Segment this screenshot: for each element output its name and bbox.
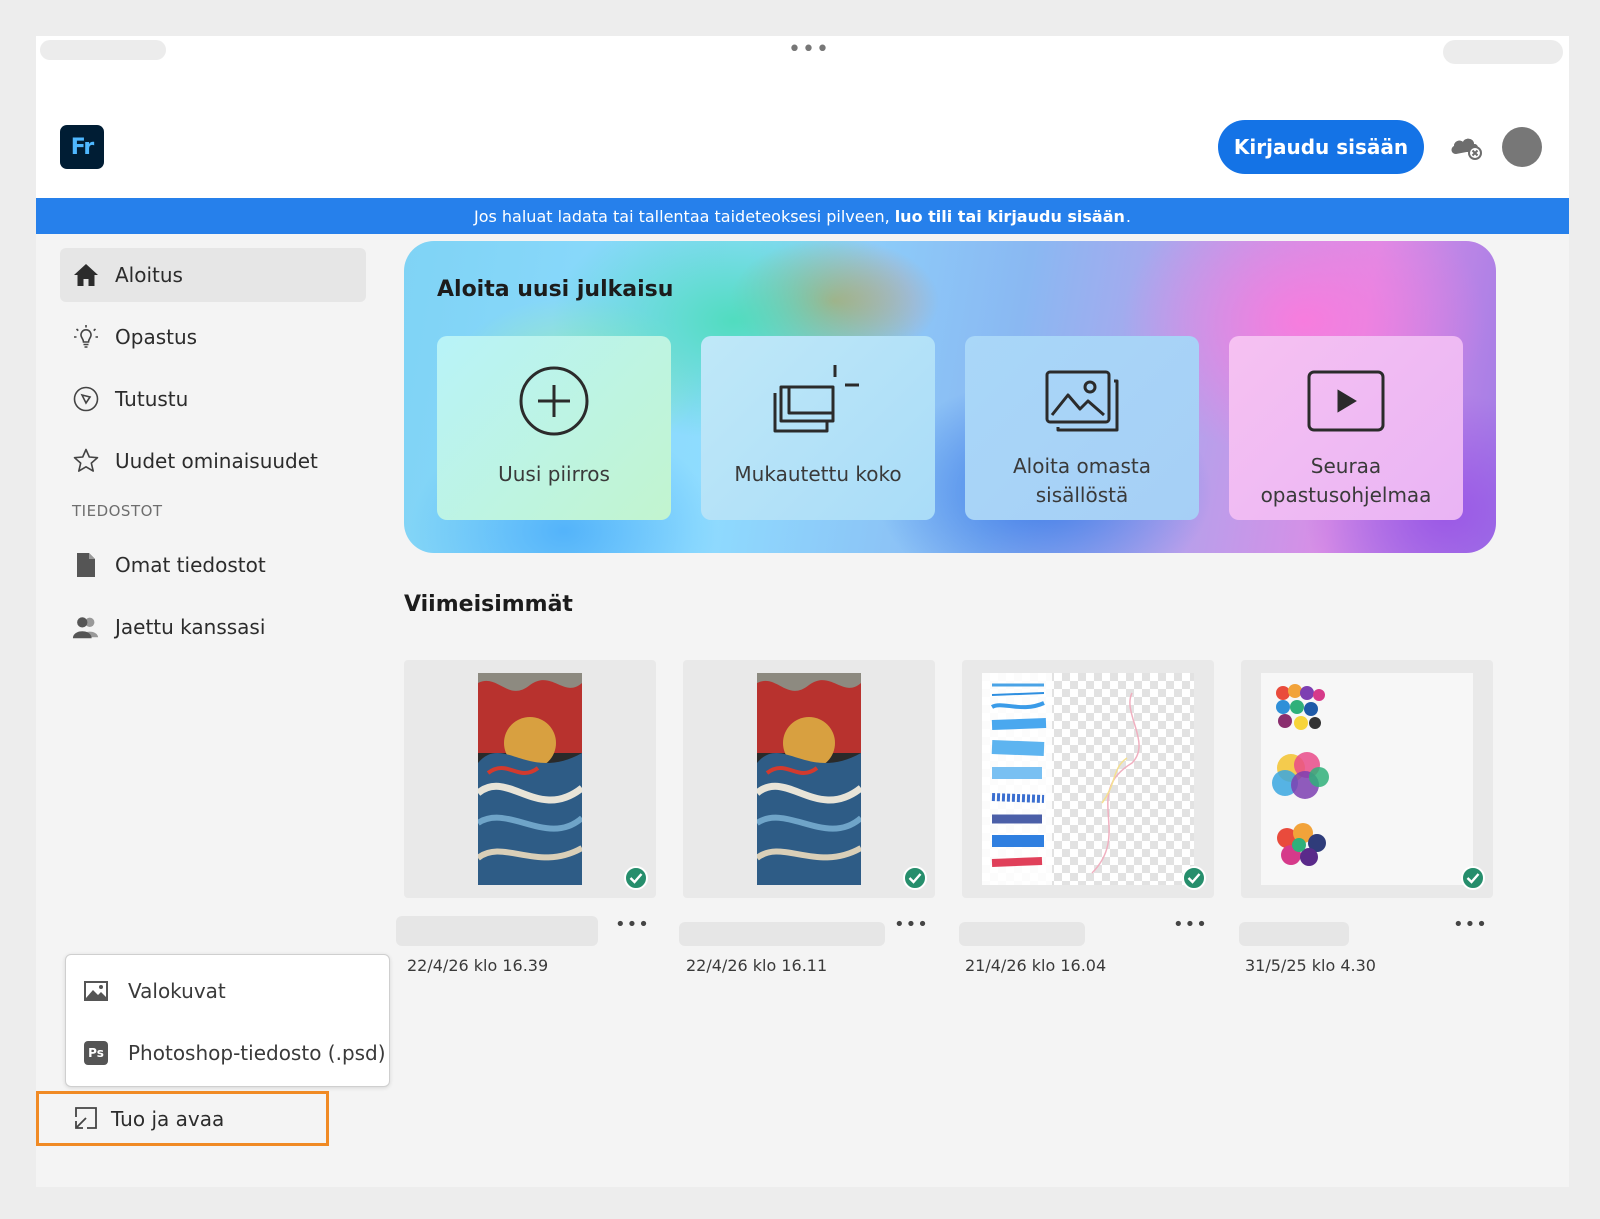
sidebar-item-learn[interactable]: Opastus — [60, 310, 366, 364]
play-icon — [1306, 366, 1386, 436]
signin-banner: Jos haluat ladata tai tallentaa taideteo… — [36, 198, 1569, 234]
custom-size-card[interactable]: Mukautettu koko — [701, 336, 935, 520]
sidebar-item-label: Aloitus — [115, 263, 183, 287]
card-label-line: Seuraa — [1310, 454, 1382, 478]
banner-link[interactable]: luo tili tai kirjaudu sisään — [895, 207, 1125, 226]
recents-title: Viimeisimmät — [404, 592, 573, 617]
sidebar-item-discover[interactable]: Tutustu — [60, 372, 366, 426]
file-name-placeholder — [396, 916, 598, 946]
card-label-line: sisällöstä — [1035, 483, 1129, 507]
import-open-label: Tuo ja avaa — [111, 1106, 225, 1131]
banner-text: Jos haluat ladata tai tallentaa taideteo… — [473, 206, 890, 226]
artwork-thumbnail — [982, 673, 1194, 885]
sidebar-item-whats-new[interactable]: Uudet ominaisuudet — [60, 434, 366, 488]
recent-file-tile[interactable] — [404, 660, 656, 898]
file-icon — [72, 551, 100, 579]
more-options-icon[interactable]: ••• — [1173, 916, 1207, 936]
signin-button[interactable]: Kirjaudu sisään — [1218, 120, 1424, 174]
app-window: ••• Fr Kirjaudu sisään Jos haluat ladata… — [36, 36, 1569, 1187]
follow-tutorial-card[interactable]: Seuraa opastusohjelmaa — [1229, 336, 1463, 520]
synced-check-icon — [624, 866, 648, 890]
compass-icon — [72, 385, 100, 413]
star-icon — [72, 447, 100, 475]
avatar[interactable] — [1502, 127, 1542, 167]
cloud-offline-icon[interactable] — [1448, 132, 1484, 162]
sidebar-item-label: Jaettu kanssasi — [115, 615, 266, 639]
recent-file-date: 22/4/26 klo 16.11 — [686, 956, 828, 975]
sidebar-item-label: Omat tiedostot — [115, 553, 266, 577]
synced-check-icon — [903, 866, 927, 890]
artwork-thumbnail — [1261, 673, 1473, 885]
multitask-dots-icon[interactable]: ••• — [788, 39, 830, 61]
lightbulb-icon — [72, 323, 100, 351]
home-icon — [72, 261, 100, 289]
app-header: Fr Kirjaudu sisään Jos haluat ladata tai… — [36, 68, 1569, 234]
sidebar-item-label: Uudet ominaisuudet — [115, 449, 318, 473]
file-name-placeholder — [679, 922, 885, 946]
recent-file-tile[interactable] — [962, 660, 1214, 898]
file-name-placeholder — [1239, 922, 1349, 946]
menu-item-label: Valokuvat — [128, 979, 226, 1003]
recent-file-date: 22/4/26 klo 16.39 — [407, 956, 549, 975]
banner-end: . — [1125, 206, 1132, 226]
sidebar-item-label: Opastus — [115, 325, 198, 349]
card-label: Aloita omasta sisällöstä — [1013, 452, 1151, 510]
app-logo: Fr — [60, 125, 104, 169]
status-bar: ••• — [36, 36, 1569, 68]
artwork-thumbnail — [757, 673, 861, 885]
image-icon — [1044, 366, 1120, 436]
start-from-content-card[interactable]: Aloita omasta sisällöstä — [965, 336, 1199, 520]
status-pill — [40, 40, 166, 60]
people-icon — [72, 613, 100, 641]
recent-file-date: 31/5/25 klo 4.30 — [1245, 956, 1376, 975]
card-label-line: Aloita omasta — [1013, 454, 1151, 478]
custom-size-icon — [773, 365, 863, 436]
import-icon — [71, 1105, 99, 1133]
sidebar-item-shared[interactable]: Jaettu kanssasi — [60, 600, 366, 654]
sidebar-item-label: Tutustu — [115, 387, 189, 411]
more-options-icon[interactable]: ••• — [1453, 916, 1487, 936]
hero-title: Aloita uusi julkaisu — [437, 277, 674, 302]
menu-item-label: Photoshop-tiedosto (.psd) — [128, 1041, 386, 1065]
menu-item-psd[interactable]: Ps Photoshop-tiedosto (.psd) — [82, 1033, 386, 1073]
recent-file-tile[interactable] — [683, 660, 935, 898]
recent-file-date: 21/4/26 klo 16.04 — [965, 956, 1107, 975]
card-label: Mukautettu koko — [734, 462, 902, 486]
sidebar: Aloitus Opastus Tutustu Uudet ominaisuud… — [60, 248, 366, 662]
import-menu: Valokuvat Ps Photoshop-tiedosto (.psd) — [65, 954, 390, 1087]
sidebar-item-my-files[interactable]: Omat tiedostot — [60, 538, 366, 592]
start-new-panel: Aloita uusi julkaisu Uusi piirros Mukaut… — [404, 241, 1496, 553]
card-label: Uusi piirros — [498, 462, 610, 486]
photo-icon — [82, 978, 110, 1004]
recent-file-tile[interactable] — [1241, 660, 1493, 898]
new-drawing-card[interactable]: Uusi piirros — [437, 336, 671, 520]
import-and-open-button[interactable]: Tuo ja avaa — [36, 1091, 329, 1146]
card-label-line: opastusohjelmaa — [1260, 483, 1432, 507]
more-options-icon[interactable]: ••• — [894, 916, 928, 936]
ps-badge: Ps — [84, 1041, 108, 1065]
menu-item-photos[interactable]: Valokuvat — [82, 971, 226, 1011]
status-pill — [1443, 40, 1563, 64]
sidebar-item-home[interactable]: Aloitus — [60, 248, 366, 302]
plus-circle-icon — [518, 366, 590, 436]
more-options-icon[interactable]: ••• — [615, 916, 649, 936]
sidebar-section-files: TIEDOSTOT — [72, 502, 163, 520]
card-label: Seuraa opastusohjelmaa — [1261, 452, 1432, 510]
synced-check-icon — [1461, 866, 1485, 890]
ps-icon: Ps — [82, 1040, 110, 1066]
synced-check-icon — [1182, 866, 1206, 890]
artwork-thumbnail — [478, 673, 582, 885]
file-name-placeholder — [959, 922, 1085, 946]
